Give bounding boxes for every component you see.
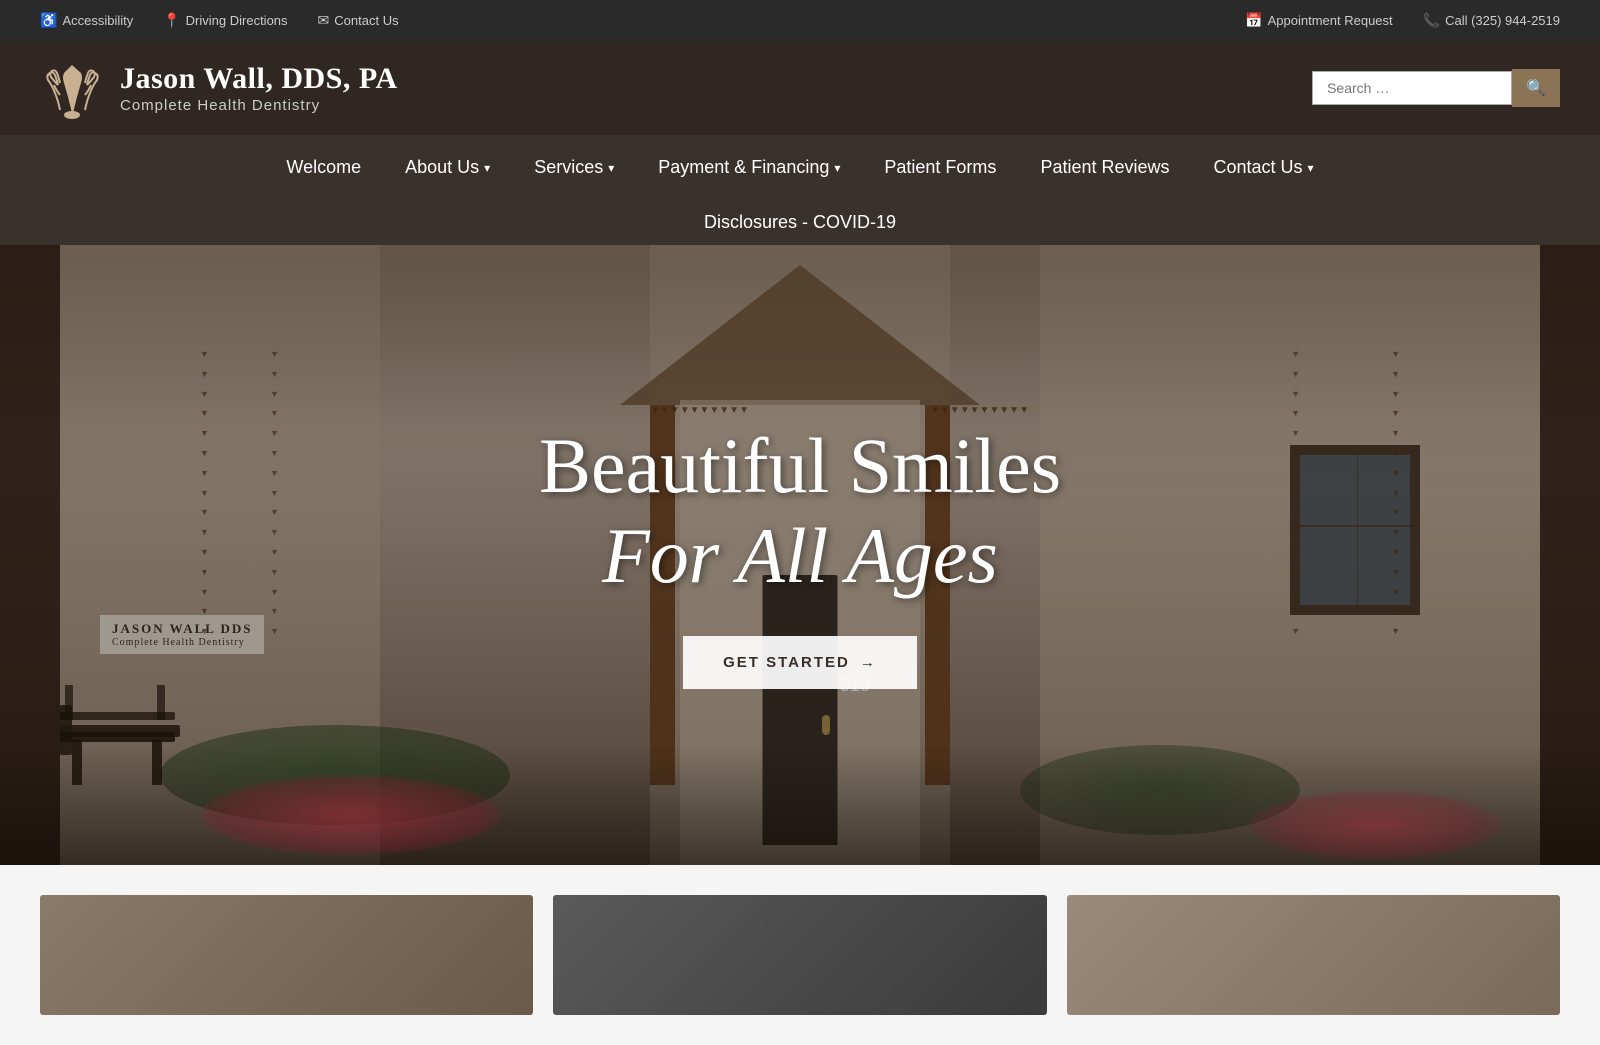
chevron-down-icon: ▾ bbox=[484, 161, 490, 175]
logo-name: Jason Wall, DDS, PA bbox=[120, 61, 398, 97]
top-bar: ♿ Accessibility 📍 Driving Directions ✉ C… bbox=[0, 0, 1600, 40]
hero-title: Beautiful Smiles For All Ages bbox=[539, 421, 1061, 600]
top-bar-right: 📅 Appointment Request 📞 Call (325) 944-2… bbox=[1245, 12, 1560, 29]
nav-patient-forms[interactable]: Patient Forms bbox=[862, 135, 1018, 200]
card-1[interactable] bbox=[40, 895, 533, 1015]
cta-label: GET STARTED bbox=[723, 654, 850, 671]
logo-sub: Complete Health Dentistry bbox=[120, 97, 398, 114]
search-icon: 🔍 bbox=[1526, 78, 1546, 98]
hero-title-line2: For All Ages bbox=[539, 511, 1061, 601]
building-sign: JASON WALL DDS Complete Health Dentistry bbox=[100, 615, 264, 654]
roof-shape bbox=[620, 265, 980, 405]
directions-label: Driving Directions bbox=[186, 13, 288, 28]
header: Jason Wall, DDS, PA Complete Health Dent… bbox=[0, 40, 1600, 135]
search-area: 🔍 bbox=[1312, 69, 1560, 107]
nav-row-2: Disclosures - COVID-19 bbox=[682, 200, 918, 245]
accessibility-label: Accessibility bbox=[62, 13, 133, 28]
appointment-label: Appointment Request bbox=[1268, 13, 1393, 28]
search-button[interactable]: 🔍 bbox=[1512, 69, 1560, 107]
main-nav: Welcome About Us ▾ Services ▾ Payment & … bbox=[0, 135, 1600, 245]
location-icon: 📍 bbox=[163, 12, 180, 29]
sign-line1: JASON WALL DDS bbox=[112, 621, 252, 637]
contact-top-link[interactable]: ✉ Contact Us bbox=[318, 12, 399, 29]
chevron-down-icon: ▾ bbox=[608, 161, 614, 175]
accessibility-link[interactable]: ♿ Accessibility bbox=[40, 12, 133, 29]
get-started-button[interactable]: GET STARTED → bbox=[683, 636, 917, 689]
logo-link[interactable]: Jason Wall, DDS, PA Complete Health Dent… bbox=[40, 55, 398, 120]
logo-icon bbox=[40, 55, 105, 120]
calendar-icon: 📅 bbox=[1245, 12, 1262, 29]
phone-icon: 📞 bbox=[1423, 12, 1440, 29]
cards-section bbox=[0, 865, 1600, 1045]
top-bar-left: ♿ Accessibility 📍 Driving Directions ✉ C… bbox=[40, 12, 399, 29]
hero-content: Beautiful Smiles For All Ages GET STARTE… bbox=[539, 421, 1061, 688]
search-input[interactable] bbox=[1312, 71, 1512, 105]
nav-payment[interactable]: Payment & Financing ▾ bbox=[636, 135, 862, 200]
nav-disclosures[interactable]: Disclosures - COVID-19 bbox=[682, 200, 918, 245]
card-3-image bbox=[1067, 895, 1560, 1015]
directions-link[interactable]: 📍 Driving Directions bbox=[163, 12, 287, 29]
hero-title-line1: Beautiful Smiles bbox=[539, 421, 1061, 511]
nav-contact[interactable]: Contact Us ▾ bbox=[1192, 135, 1336, 200]
card-2[interactable] bbox=[553, 895, 1046, 1015]
nav-patient-reviews[interactable]: Patient Reviews bbox=[1018, 135, 1191, 200]
nav-row-1: Welcome About Us ▾ Services ▾ Payment & … bbox=[264, 135, 1335, 200]
arrow-icon: → bbox=[860, 654, 877, 671]
nav-welcome[interactable]: Welcome bbox=[264, 135, 383, 200]
hero-section: 513 JASON WALL DDS Complete Health Denti… bbox=[0, 245, 1600, 865]
nav-services[interactable]: Services ▾ bbox=[512, 135, 636, 200]
card-3[interactable] bbox=[1067, 895, 1560, 1015]
accessibility-icon: ♿ bbox=[40, 12, 57, 29]
logo-text: Jason Wall, DDS, PA Complete Health Dent… bbox=[120, 61, 398, 114]
contact-top-label: Contact Us bbox=[334, 13, 398, 28]
nav-about[interactable]: About Us ▾ bbox=[383, 135, 512, 200]
card-2-image bbox=[553, 895, 1046, 1015]
card-1-image bbox=[40, 895, 533, 1015]
phone-label: Call (325) 944-2519 bbox=[1445, 13, 1560, 28]
chevron-down-icon: ▾ bbox=[834, 161, 840, 175]
envelope-icon: ✉ bbox=[318, 12, 330, 29]
appointment-link[interactable]: 📅 Appointment Request bbox=[1245, 12, 1392, 29]
phone-link[interactable]: 📞 Call (325) 944-2519 bbox=[1423, 12, 1560, 29]
chevron-down-icon: ▾ bbox=[1308, 161, 1314, 175]
sign-line2: Complete Health Dentistry bbox=[112, 637, 252, 648]
